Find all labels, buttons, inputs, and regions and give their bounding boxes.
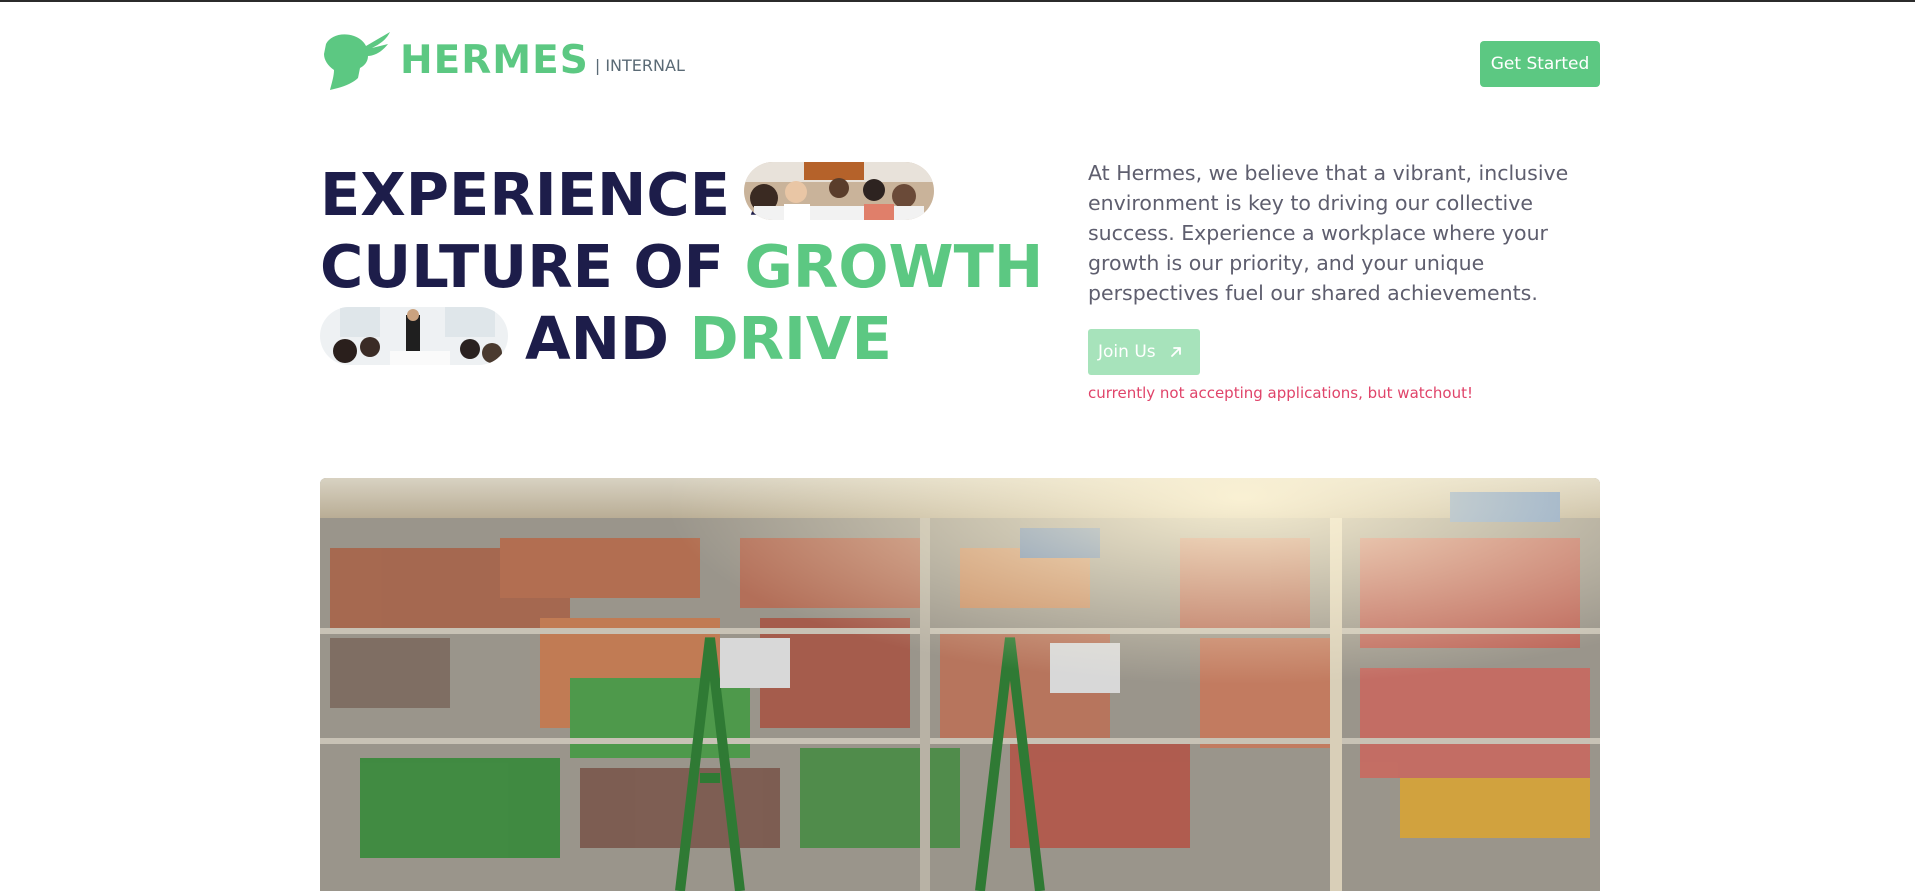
hero-line2-prefix: CULTURE OF xyxy=(320,232,724,301)
join-us-button[interactable]: Join Us xyxy=(1088,329,1200,375)
hero-line2-highlight: GROWTH xyxy=(744,232,1044,301)
container-port-image xyxy=(320,478,1600,891)
team-photo-pill xyxy=(744,162,934,220)
winged-head-icon xyxy=(324,32,390,90)
meeting-photo-pill xyxy=(320,307,508,365)
arrow-up-right-icon xyxy=(1170,347,1181,357)
top-border xyxy=(0,0,1915,2)
logo[interactable]: HERMES | INTERNAL xyxy=(320,30,685,90)
hero-line3-prefix: AND xyxy=(525,304,670,373)
join-us-label: Join Us xyxy=(1098,342,1156,362)
hero-description: At Hermes, we believe that a vibrant, in… xyxy=(1088,161,1569,305)
hero-heading-line1: EXPERIENCE A xyxy=(320,160,796,230)
brand-name: HERMES xyxy=(400,37,589,83)
hero-line3-highlight: DRIVE xyxy=(689,304,892,373)
get-started-button[interactable]: Get Started xyxy=(1480,41,1600,87)
hero-heading-line2: CULTURE OF GROWTH xyxy=(320,232,1043,302)
applications-notice: currently not accepting applications, bu… xyxy=(1088,384,1473,402)
hero-line1-text: EXPERIENCE A xyxy=(320,160,797,229)
hero-heading-line3: AND DRIVE xyxy=(525,304,892,374)
brand-suffix: | INTERNAL xyxy=(594,55,685,75)
